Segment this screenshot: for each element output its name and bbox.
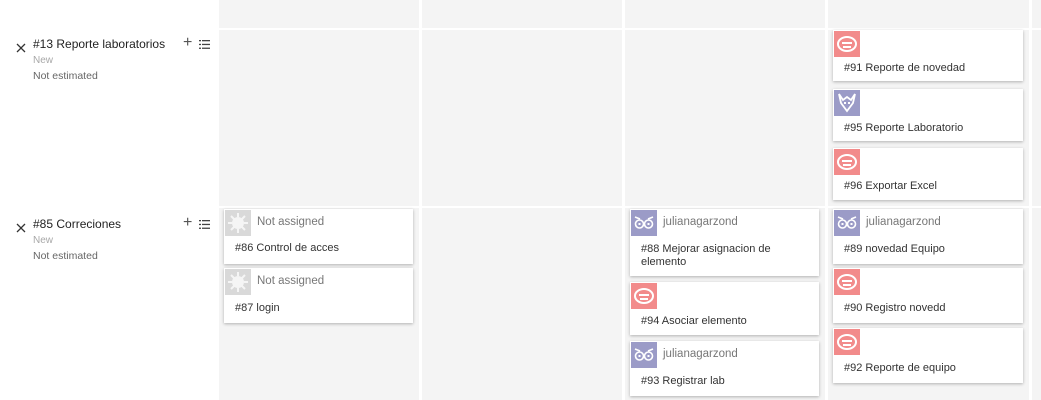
task-card[interactable]: #95 Reporte Laboratorio — [833, 89, 1023, 141]
story-estimate: Not estimated — [33, 250, 98, 262]
task-assignee[interactable]: julianagarzond — [663, 216, 738, 228]
task-title: #87 login — [235, 302, 280, 314]
task-card[interactable]: #90 Registro novedd — [833, 268, 1023, 323]
pink-avatar-icon — [834, 31, 860, 57]
user-story-row: #13 Reporte laboratorios New Not estimat… — [0, 35, 218, 97]
task-card[interactable]: Not assigned #86 Control de acces — [224, 209, 413, 264]
task-title: #94 Asociar elemento — [641, 315, 747, 327]
collapse-icon[interactable] — [14, 41, 28, 55]
collapse-icon[interactable] — [14, 221, 28, 235]
gray-avatar-icon — [225, 210, 251, 236]
task-assignee[interactable]: julianagarzond — [866, 216, 941, 228]
task-title: #90 Registro novedd — [844, 302, 946, 314]
board-column-3 — [625, 0, 825, 400]
task-card[interactable]: #92 Reporte de equipo — [833, 328, 1023, 383]
task-assignee[interactable]: Not assigned — [257, 275, 324, 287]
task-title: #92 Reporte de equipo — [844, 362, 956, 374]
task-title: #93 Registrar lab — [641, 375, 725, 387]
task-title: #91 Reporte de novedad — [844, 62, 966, 74]
owl-avatar-icon — [631, 342, 657, 368]
add-task-icon[interactable]: + — [183, 35, 192, 51]
task-title: #86 Control de acces — [235, 242, 339, 254]
task-card[interactable]: julianagarzond #89 novedad Equipo — [833, 209, 1023, 264]
bulk-add-icon[interactable] — [199, 39, 210, 50]
task-card[interactable]: julianagarzond #88 Mejorar asignacion de… — [630, 209, 819, 276]
story-state[interactable]: New — [33, 235, 53, 246]
board-column-5 — [1032, 0, 1041, 400]
row-divider — [219, 206, 1041, 208]
gray-avatar-icon — [225, 269, 251, 295]
add-task-icon[interactable]: + — [183, 215, 192, 231]
story-estimate: Not estimated — [33, 70, 98, 82]
pink-avatar-icon — [834, 149, 860, 175]
board-column-2 — [422, 0, 622, 400]
task-card[interactable]: #94 Asociar elemento — [630, 282, 819, 335]
board-column-1 — [219, 0, 419, 400]
task-title: #96 Exportar Excel — [844, 180, 937, 192]
task-card[interactable]: Not assigned #87 login — [224, 268, 413, 323]
task-assignee[interactable]: julianagarzond — [663, 348, 738, 360]
bulk-add-icon[interactable] — [199, 219, 210, 230]
pink-avatar-icon — [834, 269, 860, 295]
user-story-row: #85 Correciones New Not estimated + — [0, 215, 218, 277]
task-card[interactable]: julianagarzond #93 Registrar lab — [630, 341, 819, 396]
lavender-avatar-icon — [834, 90, 860, 116]
task-title: #95 Reporte Laboratorio — [844, 122, 964, 134]
task-title: #89 novedad Equipo — [844, 243, 945, 255]
task-title: #88 Mejorar asignacion de elemento — [641, 243, 771, 268]
owl-avatar-icon — [631, 210, 657, 236]
task-card[interactable]: #96 Exportar Excel — [833, 148, 1023, 200]
pink-avatar-icon — [631, 283, 657, 309]
story-title[interactable]: #85 Correciones — [33, 217, 121, 231]
pink-avatar-icon — [834, 329, 860, 355]
owl-avatar-icon — [834, 210, 860, 236]
task-assignee[interactable]: Not assigned — [257, 216, 324, 228]
story-title[interactable]: #13 Reporte laboratorios — [33, 37, 165, 51]
story-state[interactable]: New — [33, 55, 53, 66]
task-card[interactable]: #91 Reporte de novedad — [833, 30, 1023, 81]
